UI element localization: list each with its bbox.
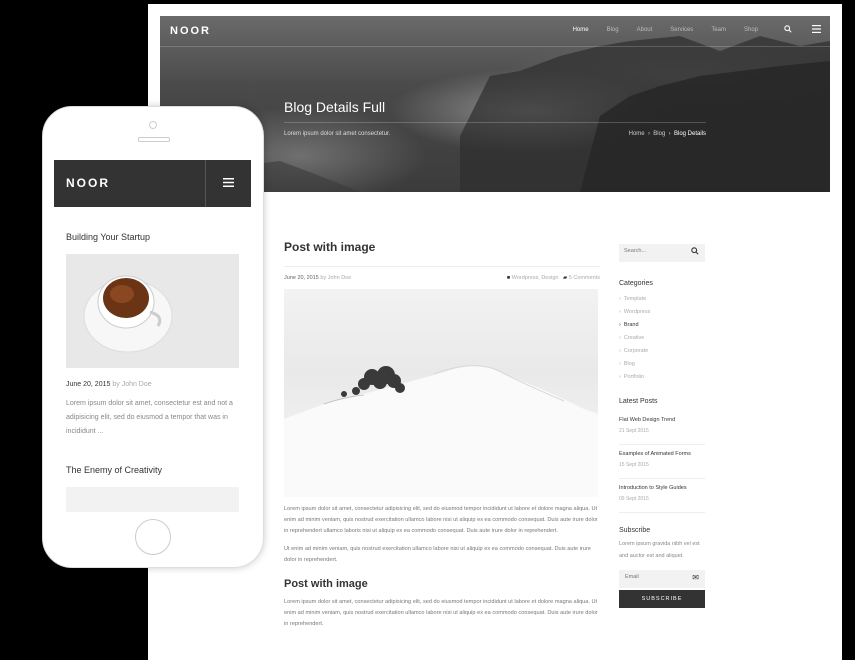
hamburger-icon[interactable] xyxy=(810,24,822,36)
categories-heading: Categories xyxy=(619,280,653,287)
post-author[interactable]: John Doe xyxy=(328,275,352,281)
post-date: June 20, 2015 xyxy=(284,275,319,281)
chevron-right-icon: › xyxy=(619,348,621,354)
search-input[interactable] xyxy=(624,248,684,254)
hamburger-icon[interactable] xyxy=(205,160,251,207)
nav-item-home[interactable]: Home xyxy=(573,27,589,33)
subscribe-heading: Subscribe xyxy=(619,527,651,534)
category-list: › Template › Wordpress › Brand › Creative › C… xyxy=(619,293,705,384)
latest-post-item[interactable]: Introduction to Style Guides 09 Sept 201… xyxy=(619,485,705,513)
envelope-icon: ✉ xyxy=(692,573,699,582)
sidebar-search xyxy=(619,244,705,262)
nav-item-blog[interactable]: Blog xyxy=(607,27,619,33)
bookmark-icon: ■ xyxy=(506,275,511,281)
nav-item-services[interactable]: Services xyxy=(670,27,693,33)
divider xyxy=(284,266,600,267)
page-subtitle: Lorem ipsum dolor sit amet consectetur. xyxy=(284,131,391,137)
breadcrumb: Home › Blog › Blog Details xyxy=(629,131,706,137)
latest-post-date: 21 Sept 2015 xyxy=(619,428,649,434)
page-title: Blog Details Full xyxy=(284,99,386,115)
by-label: by xyxy=(112,381,120,388)
breadcrumb-home[interactable]: Home xyxy=(629,131,645,137)
post-paragraph: Lorem ipsum dolor sit amet, consectetur … xyxy=(284,599,598,627)
latest-post-title[interactable]: Flat Web Design Trend xyxy=(619,417,705,423)
mobile-post-author[interactable]: John Doe xyxy=(122,381,152,388)
category-item[interactable]: › Template xyxy=(619,293,705,306)
chevron-right-icon: › xyxy=(619,335,621,341)
mobile-post-meta: June 20, 2015 by John Doe xyxy=(66,381,152,388)
mobile-logo[interactable]: NOOR xyxy=(66,176,110,190)
breadcrumb-blog[interactable]: Blog xyxy=(653,131,665,137)
category-item-active[interactable]: › Brand xyxy=(619,319,705,332)
chevron-right-icon: › xyxy=(619,374,621,380)
post-title: Post with image xyxy=(284,240,376,254)
post-comments[interactable]: 5 Comments xyxy=(569,275,600,281)
latest-post-item[interactable]: Flat Web Design Trend 21 Sept 2015 xyxy=(619,417,705,445)
phone-mockup: NOOR Building Your Startup June 20, 2015… xyxy=(42,106,264,568)
top-navbar: NOOR Home Blog About Services Team Shop xyxy=(160,16,830,47)
latest-post-item[interactable]: Examples of Animated Forms 15 Sept 2015 xyxy=(619,451,705,479)
phone-home-button xyxy=(135,519,171,555)
main-menu: Home Blog About Services Team Shop xyxy=(555,27,758,33)
latest-post-title[interactable]: Examples of Animated Forms xyxy=(619,451,705,457)
mobile-post-excerpt: Lorem ipsum dolor sit amet, consectetur … xyxy=(66,400,233,435)
phone-speaker xyxy=(138,137,170,142)
by-label: by xyxy=(320,275,327,281)
nav-item-shop[interactable]: Shop xyxy=(744,27,758,33)
latest-posts-heading: Latest Posts xyxy=(619,398,658,405)
latest-post-title[interactable]: Introduction to Style Guides xyxy=(619,485,705,491)
phone-screen: NOOR Building Your Startup June 20, 2015… xyxy=(54,160,251,512)
mobile-header: NOOR xyxy=(54,160,251,207)
post-subtitle: Post with image xyxy=(284,578,368,590)
sidebar: Categories ›Template ›Wordpress ›Brand ›… xyxy=(619,244,705,608)
mobile-post-title[interactable]: The Enemy of Creativity xyxy=(66,465,162,475)
post-paragraph: Lorem ipsum dolor sit amet, consectetur … xyxy=(284,506,598,534)
coffee-cup-image xyxy=(66,254,239,368)
latest-post-date: 09 Sept 2015 xyxy=(619,496,649,502)
nav-item-about[interactable]: About xyxy=(637,27,653,33)
latest-posts: Flat Web Design Trend 21 Sept 2015 Examp… xyxy=(619,417,705,513)
mobile-post-image-placeholder xyxy=(66,487,239,512)
mobile-post-date: June 20, 2015 xyxy=(66,381,111,388)
chevron-right-icon: › xyxy=(619,309,621,315)
email-field: ✉ xyxy=(619,570,705,588)
chevron-right-icon: › xyxy=(619,322,621,328)
subscribe-text: Lorem ipsum gravida nibh vel est and auc… xyxy=(619,541,700,559)
chevron-right-icon: › xyxy=(619,296,621,302)
mobile-post-title[interactable]: Building Your Startup xyxy=(66,232,150,242)
subscribe-button[interactable]: SUBSCRIBE xyxy=(619,590,705,608)
search-icon[interactable] xyxy=(782,24,794,36)
logo[interactable]: NOOR xyxy=(170,25,211,37)
search-icon[interactable] xyxy=(691,247,699,257)
phone-camera xyxy=(149,121,157,129)
hero-divider xyxy=(284,122,706,123)
post-meta: June 20, 2015 by John Doe ■ Wordpress, D… xyxy=(284,275,600,281)
post-image xyxy=(284,289,598,497)
post-content: Post with image June 20, 2015 by John Do… xyxy=(284,240,600,630)
latest-post-date: 15 Sept 2015 xyxy=(619,462,649,468)
category-item[interactable]: › Corporate xyxy=(619,345,705,358)
post-paragraph: Ut enim ad minim veniam, quis nostrud ex… xyxy=(284,546,591,563)
chevron-right-icon: › xyxy=(619,361,621,367)
category-item[interactable]: › Portfolio xyxy=(619,371,705,384)
post-categories[interactable]: Wordpress, Design xyxy=(512,275,559,281)
comment-icon: ▰ xyxy=(563,275,568,281)
category-item[interactable]: › Creative xyxy=(619,332,705,345)
category-item[interactable]: › Blog xyxy=(619,358,705,371)
email-input[interactable] xyxy=(625,574,685,580)
category-item[interactable]: › Wordpress xyxy=(619,306,705,319)
breadcrumb-current: Blog Details xyxy=(673,131,706,137)
nav-item-team[interactable]: Team xyxy=(711,27,726,33)
snow-landscape-image xyxy=(284,365,598,497)
breadcrumb-separator: › xyxy=(666,131,674,137)
coffee-cup-illustration xyxy=(66,254,239,368)
